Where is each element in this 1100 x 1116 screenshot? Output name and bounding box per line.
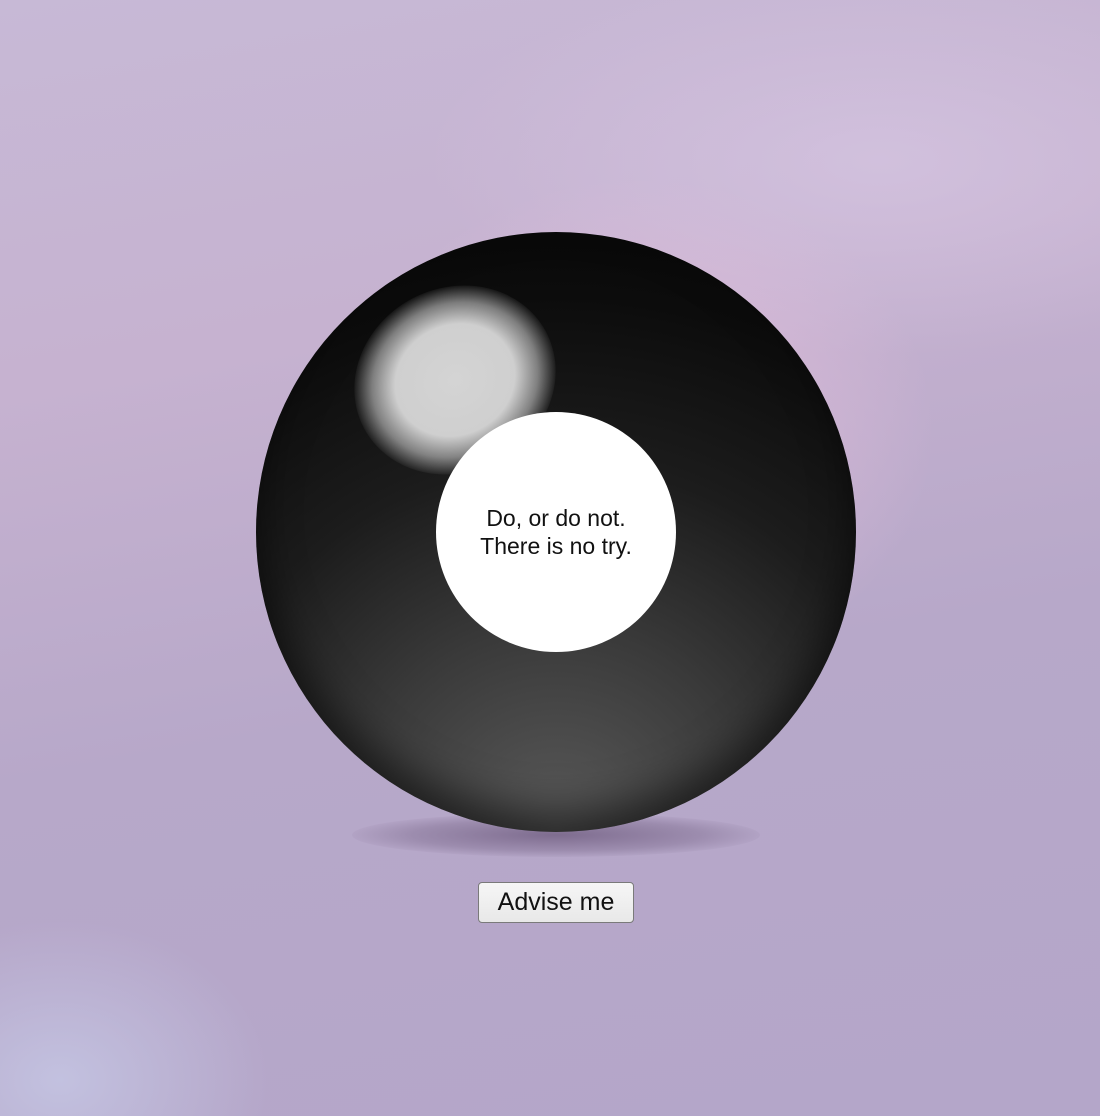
answer-window: Do, or do not. There is no try. — [436, 412, 676, 652]
answer-line-1: Do, or do not. — [486, 505, 626, 531]
advise-me-button[interactable]: Advise me — [478, 882, 634, 923]
magic-eight-ball: Do, or do not. There is no try. — [256, 232, 856, 832]
answer-line-2: There is no try. — [480, 533, 632, 559]
